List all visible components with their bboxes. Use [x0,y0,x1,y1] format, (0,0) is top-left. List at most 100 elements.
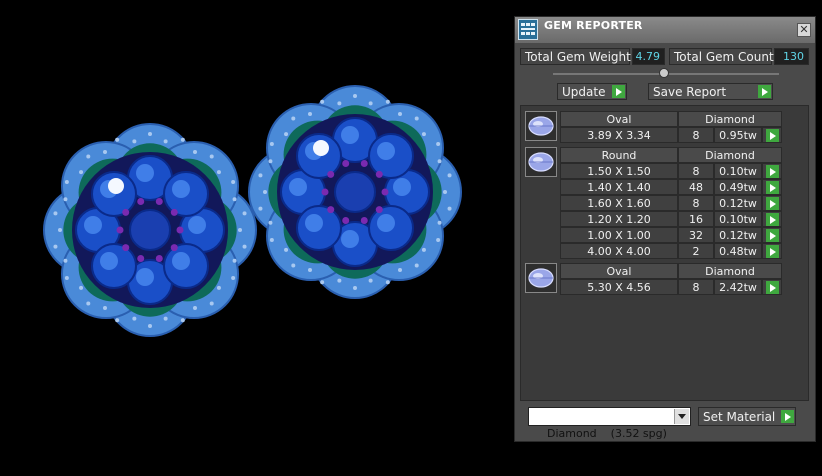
select-gem-row-button[interactable] [762,195,782,211]
accent-stone [268,159,273,164]
chevron-down-icon[interactable] [674,409,689,424]
accent-stone [209,301,214,306]
gem-weight-cell: 0.12tw [714,227,762,243]
play-arrow-icon [612,85,625,98]
accent-stone [436,238,441,242]
accent-stone [398,267,402,272]
accent-stone [242,244,247,249]
select-gem-row-button[interactable] [762,211,782,227]
play-arrow-icon [766,229,779,242]
sparkle [108,178,124,194]
gem-weight-cell: 0.48tw [714,243,762,259]
update-button-label: Update [562,85,606,99]
prong [342,217,350,225]
right-earring [248,85,462,299]
accent-stone [163,139,168,144]
select-gem-row-button[interactable] [762,227,782,243]
accent-stone [414,116,419,121]
prong [122,208,130,216]
total-gem-weight-value: 4.79 [632,48,665,65]
accent-stone [232,258,237,263]
panel-titlebar[interactable]: GEM REPORTER ✕ [515,17,815,43]
gem-highlight [136,164,154,182]
play-arrow-icon [766,197,779,210]
gem-shape-icon[interactable] [525,263,557,293]
accent-stone [308,267,312,272]
accent-stone [63,258,68,263]
accent-stone [132,139,137,144]
accent-stone [447,173,452,178]
play-arrow-icon [766,181,779,194]
accent-stone [193,150,197,155]
gem-size-cell: 4.00 X 4.00 [560,243,678,259]
accent-stone [86,301,91,306]
panel-title: GEM REPORTER [544,19,643,32]
select-gem-row-button[interactable] [762,243,782,259]
accent-stone [291,263,296,268]
play-arrow-icon [758,85,771,98]
play-arrow-icon [781,410,794,423]
select-gem-row-button[interactable] [762,127,782,143]
gem-weight-cell: 0.10tw [714,211,762,227]
gem-highlight [341,230,359,248]
accent-stone [437,220,442,225]
gem-highlight [377,142,395,160]
accent-stone [447,206,452,211]
accent-stone [263,190,267,194]
set-material-button[interactable]: Set Material [698,407,796,426]
update-button[interactable]: Update [557,83,627,100]
play-arrow-icon [766,245,779,258]
prong [375,170,383,178]
gem-size-cell: 5.30 X 4.56 [560,279,678,295]
select-gem-row-button[interactable] [762,163,782,179]
accent-stone [337,101,342,106]
accent-stone [232,197,237,202]
gem-highlight [305,214,323,232]
accent-stone [103,150,107,155]
accent-stone [231,276,236,280]
material-select[interactable]: Diamond (3.52 spg) [528,407,691,440]
total-gem-count-label: Total Gem Count [669,48,774,65]
select-gem-row-button[interactable] [762,279,782,295]
group-shape-header: Oval [560,111,678,127]
accent-stone [308,112,312,117]
accent-stone [421,247,426,252]
gem-highlight [136,268,154,286]
oval-gem-graphic [528,152,554,172]
slider-handle[interactable] [659,68,669,78]
total-gem-weight-label: Total Gem Weight [520,48,631,65]
gem-size-cell: 1.00 X 1.00 [560,227,678,243]
save-report-button[interactable]: Save Report [648,83,773,100]
3d-viewport[interactable] [0,0,512,474]
oval-gem-graphic [528,116,554,136]
accent-stone [337,278,342,283]
gem-highlight [341,126,359,144]
gem-shape-icon[interactable] [525,111,557,141]
gem-shape-icon[interactable] [525,147,557,177]
gem-count-cell: 8 [678,195,714,211]
gem-list[interactable]: Oval Diamond 3.89 X 3.34 8 0.95tw Round Diamon… [520,105,809,401]
accent-stone [284,247,289,252]
gem-reporter-icon [518,19,538,40]
prong [360,217,368,225]
accent-stone [115,318,120,323]
accent-stone [320,99,325,104]
gem-count-cell: 8 [678,127,714,143]
prong [170,208,178,216]
accent-stone [269,238,274,242]
accent-stone [437,159,442,164]
total-gem-count-value: 130 [774,48,809,65]
group-material-header: Diamond [678,263,782,279]
group-material-header: Diamond [678,147,782,163]
accent-stone [79,170,84,175]
gem-highlight [393,178,411,196]
select-gem-row-button[interactable] [762,179,782,195]
gem-count-cell: 8 [678,279,714,295]
accent-stone [86,154,91,159]
close-icon[interactable]: ✕ [797,23,811,37]
prong [360,159,368,167]
left-earring [43,123,257,337]
gem-highlight [84,216,102,234]
gem-count-cell: 32 [678,227,714,243]
play-arrow-icon [766,165,779,178]
